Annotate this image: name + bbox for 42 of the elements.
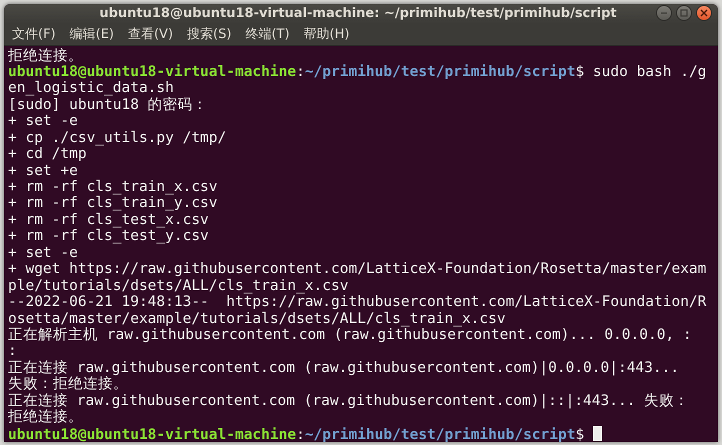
- close-icon: [700, 9, 708, 18]
- terminal-output-line: osetta/master/example/tutorials/dsets/ALL/cls_train_x.csv: [8, 310, 506, 326]
- terminal-output-line: + set -e: [8, 244, 78, 261]
- menu-item[interactable]: 终端(T): [243, 22, 292, 44]
- prompt-colon: :: [296, 64, 305, 80]
- prompt-user: ubuntu18@ubuntu18-virtual-machine: [8, 426, 296, 442]
- terminal-output-line: + rm -rf cls_train_y.csv: [8, 195, 218, 212]
- terminal-output-line: 失败：拒绝连接。: [8, 376, 128, 392]
- terminal-output-line: + rm -rf cls_train_x.csv: [8, 179, 218, 195]
- terminal-output-line: + cp ./csv_utils.py /tmp/: [8, 130, 226, 146]
- terminal-output-line: + cd /tmp: [8, 146, 87, 162]
- terminal-output-line: 正在连接 raw.githubusercontent.com (raw.githubusercontent.com)|0.0.0.0|:443...: [8, 360, 680, 376]
- prompt-path: ~/primihub/test/primihub/script: [304, 64, 576, 80]
- prompt-colon: :: [296, 426, 305, 442]
- menu-item[interactable]: 搜索(S): [185, 22, 234, 44]
- terminal-output-line: 拒绝连接。: [8, 48, 83, 64]
- menu-item[interactable]: 文件(F): [10, 22, 58, 44]
- menu-item[interactable]: 帮助(H): [302, 22, 352, 44]
- menu-item[interactable]: 编辑(E): [68, 22, 116, 44]
- terminal-output-line: --2022-06-21 19:48:13-- https://raw.githubusercontent.com/LatticeX-Foundation/R: [8, 294, 706, 310]
- terminal-output-line: 拒绝连接。: [8, 409, 83, 426]
- prompt-user: ubuntu18@ubuntu18-virtual-machine: [8, 64, 296, 80]
- maximize-icon: [680, 9, 688, 18]
- maximize-button[interactable]: [676, 5, 692, 22]
- prompt-path: ~/primihub/test/primihub/script: [304, 426, 576, 442]
- prompt-command: $ sudo bash ./g: [575, 64, 706, 80]
- terminal-output-line: + rm -rf cls_test_x.csv: [8, 212, 209, 228]
- terminal-output-line: + wget https://raw.githubusercontent.com/LatticeX-Foundation/Rosetta/master/exam: [8, 261, 706, 278]
- minimize-button[interactable]: [656, 5, 672, 22]
- terminal-output-line: en_logistic_data.sh: [8, 80, 174, 96]
- terminal-output-line: + rm -rf cls_test_y.csv: [8, 228, 209, 244]
- terminal-output-line: ple/tutorials/dsets/ALL/cls_train_x.csv: [8, 278, 348, 294]
- terminal-output-line: [sudo] ubuntu18 的密码：: [8, 96, 208, 113]
- terminal-output-line: 正在连接 raw.githubusercontent.com (raw.githubusercontent.com)|::|:443... 失败：: [8, 392, 690, 409]
- close-button[interactable]: [696, 5, 712, 22]
- menu-item[interactable]: 查看(V): [126, 22, 176, 44]
- terminal-output-line: 正在解析主机 raw.githubusercontent.com (raw.githubusercontent.com)... 0.0.0.0, :: [8, 326, 692, 343]
- terminal-output-line: :: [8, 343, 17, 360]
- terminal-output-line: + set -e: [8, 113, 78, 130]
- terminal-output-line: + set +e: [8, 162, 78, 179]
- window-title: ubuntu18@ubuntu18-virtual-machine: ~/primihub/test/primihub/script: [98, 6, 618, 21]
- prompt-command: $: [575, 426, 584, 442]
